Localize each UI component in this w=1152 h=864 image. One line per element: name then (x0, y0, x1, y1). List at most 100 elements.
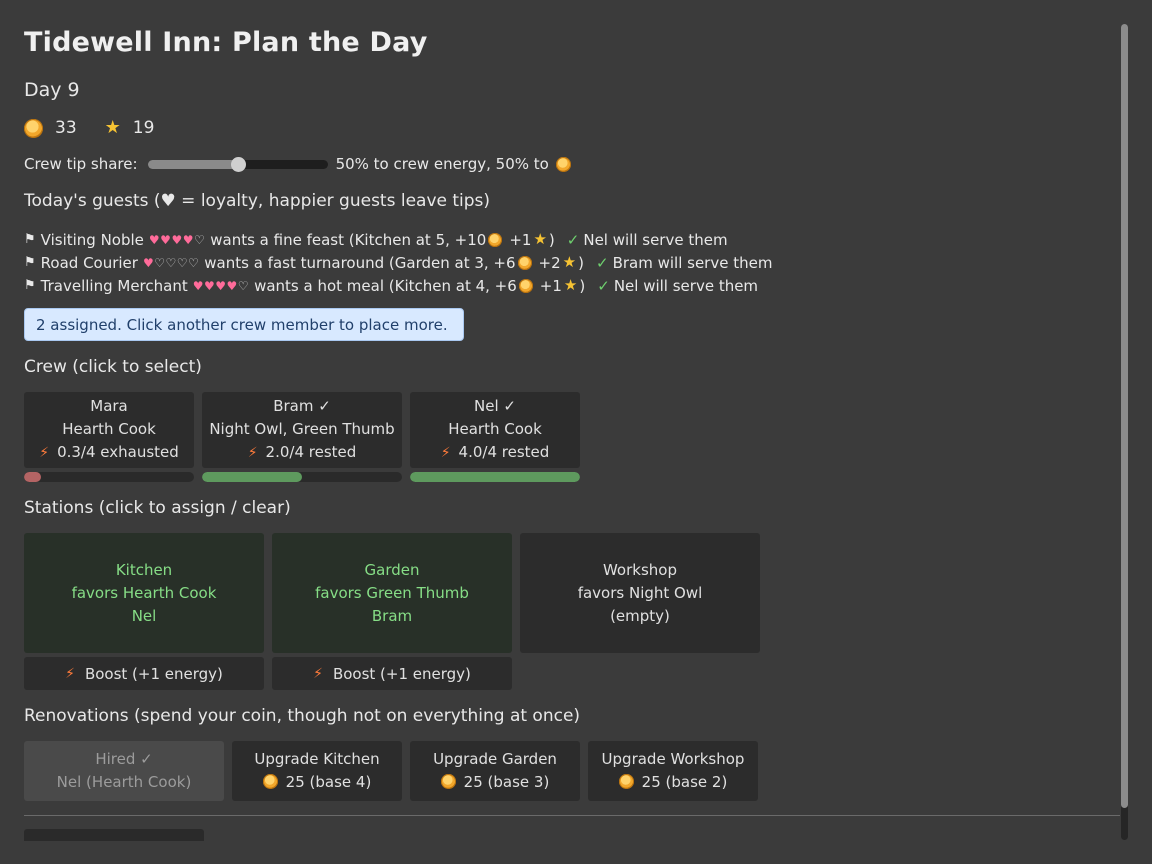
station-assigned: Bram (371, 606, 413, 625)
guest-row: ⚑ Visiting Noble ♥♥♥♥♡ wants a fine feas… (24, 230, 728, 249)
boost-label: Boost (+1 energy) (332, 664, 471, 683)
star-count: 19 (132, 118, 155, 138)
check-icon: ✓ (597, 276, 610, 295)
star-gain: +1 (539, 276, 562, 295)
station-garden-slot[interactable]: Garden favors Green Thumb Bram (272, 533, 512, 653)
heart-full-icon: ♥ (160, 232, 172, 247)
coin-icon (488, 232, 503, 247)
reno-cost: 25 (base 3) (463, 773, 550, 791)
crew-card-mara[interactable]: Mara Hearth Cook ⚡ 0.3/4 exhausted (24, 392, 194, 482)
station-workshop-slot[interactable]: Workshop favors Night Owl (empty) (520, 533, 760, 653)
coin-count: 33 (55, 118, 77, 138)
coin-icon (262, 774, 278, 789)
day-label: Day 9 (24, 79, 80, 101)
crew-energy: 2.0/4 rested (265, 443, 357, 461)
reno-title: Upgrade Workshop (601, 750, 745, 768)
tip-share-slider[interactable] (147, 156, 328, 172)
stations-header: Stations (click to assign / clear) (24, 498, 291, 518)
crew-card-body[interactable]: Nel ✓ Hearth Cook ⚡ 4.0/4 rested (410, 392, 580, 468)
station-garden: Garden favors Green Thumb Bram ⚡ Boost (… (272, 533, 512, 690)
loyalty-hearts: ♥♥♥♥♡ (193, 279, 249, 293)
star-icon: ★ (533, 230, 547, 248)
crew-card-nel[interactable]: Nel ✓ Hearth Cook ⚡ 4.0/4 rested (410, 392, 580, 482)
station-name: Garden (364, 560, 420, 579)
guest-list: ⚑ Visiting Noble ♥♥♥♥♡ wants a fine feas… (24, 228, 772, 297)
upgrade-workshop-button[interactable]: Upgrade Workshop 25 (base 2) (588, 741, 758, 801)
crew-card-body[interactable]: Bram ✓ Night Owl, Green Thumb ⚡ 2.0/4 res… (202, 392, 402, 468)
loyalty-hearts: ♥♡♡♡♡ (143, 256, 199, 270)
guest-name: Road Courier (40, 253, 138, 272)
heart-empty-icon: ♡ (237, 278, 250, 293)
page-scrollbar[interactable] (1121, 24, 1128, 840)
coin-icon (24, 118, 43, 138)
crew-name: Bram ✓ (273, 397, 331, 415)
heart-full-icon: ♥ (148, 232, 161, 247)
reno-cost: 25 (base 4) (285, 773, 372, 791)
energy-bar-fill (410, 472, 580, 482)
boost-button[interactable]: ⚡ Boost (+1 energy) (272, 657, 512, 690)
heart-full-icon: ♥ (204, 278, 216, 293)
station-assigned: Nel (131, 606, 157, 625)
star-gain: +2 (538, 253, 561, 272)
station-name: Kitchen (115, 560, 173, 579)
section-divider (24, 815, 1120, 816)
coin-icon (440, 774, 456, 789)
energy-icon: ⚡ (313, 665, 323, 682)
loyalty-hearts: ♥♥♥♥♡ (149, 233, 205, 247)
scrollbar-thumb[interactable] (1121, 24, 1128, 808)
energy-icon: ⚡ (440, 445, 451, 461)
crew-name: Mara (90, 397, 128, 415)
station-list: Kitchen favors Hearth Cook Nel ⚡ Boost (… (24, 533, 768, 690)
heart-empty-icon: ♡ (165, 255, 177, 270)
page-title: Tidewell Inn: Plan the Day (24, 27, 428, 58)
guest-want: wants a hot meal (Kitchen at 4, +6 (254, 276, 517, 295)
station-kitchen-slot[interactable]: Kitchen favors Hearth Cook Nel (24, 533, 264, 653)
reno-title: Upgrade Garden (433, 750, 557, 768)
crew-card-body[interactable]: Mara Hearth Cook ⚡ 0.3/4 exhausted (24, 392, 194, 468)
guest-server: Bram will serve them (612, 253, 773, 272)
tip-share-text: 50% to crew energy, 50% to (335, 155, 549, 173)
upgrade-garden-button[interactable]: Upgrade Garden 25 (base 3) (410, 741, 580, 801)
heart-empty-icon: ♡ (176, 255, 189, 270)
crew-energy: 0.3/4 exhausted (57, 443, 179, 461)
reno-title: Hired ✓ (95, 750, 153, 768)
next-section-button[interactable] (24, 829, 204, 841)
guest-name: Visiting Noble (40, 230, 144, 249)
reno-title: Upgrade Kitchen (254, 750, 380, 768)
coin-icon (518, 278, 533, 293)
energy-icon: ⚡ (247, 445, 258, 461)
guest-want: wants a fine feast (Kitchen at 5, +10 (210, 230, 487, 249)
upgrade-kitchen-button[interactable]: Upgrade Kitchen 25 (base 4) (232, 741, 402, 801)
flag-icon: ⚑ (24, 255, 36, 270)
crew-traits: Hearth Cook (448, 420, 542, 438)
crew-card-bram[interactable]: Bram ✓ Night Owl, Green Thumb ⚡ 2.0/4 res… (202, 392, 402, 482)
heart-full-icon: ♥ (171, 232, 183, 247)
heart-full-icon: ♥ (192, 278, 204, 293)
crew-header: Crew (click to select) (24, 357, 202, 377)
heart-full-icon: ♥ (182, 232, 194, 247)
crew-traits: Night Owl, Green Thumb (209, 420, 395, 438)
guest-server: Nel will serve them (583, 230, 728, 249)
station-favors: favors Green Thumb (315, 583, 469, 602)
station-workshop: Workshop favors Night Owl (empty) (520, 533, 760, 690)
station-favors: favors Night Owl (577, 583, 703, 602)
boost-label: Boost (+1 energy) (84, 664, 223, 683)
assignment-notice: 2 assigned. Click another crew member to… (24, 308, 464, 341)
star-icon: ★ (563, 276, 578, 294)
renovations-header: Renovations (spend your coin, though not… (24, 706, 581, 726)
boost-button[interactable]: ⚡ Boost (+1 energy) (24, 657, 264, 690)
coin-icon (517, 255, 532, 270)
guest-row: ⚑ Travelling Merchant ♥♥♥♥♡ wants a hot … (24, 276, 759, 295)
check-icon: ✓ (595, 253, 609, 272)
heart-full-icon: ♥ (226, 278, 238, 293)
guest-want: wants a fast turnaround (Garden at 3, +6 (204, 253, 516, 272)
coin-icon (555, 156, 571, 172)
station-favors: favors Hearth Cook (71, 583, 217, 602)
tip-share-row: Crew tip share: 50% to crew energy, 50% … (24, 155, 571, 173)
star-gain: +1 (509, 230, 532, 249)
tip-share-handle[interactable] (230, 156, 246, 172)
heart-empty-icon: ♡ (154, 255, 166, 270)
check-icon: ✓ (566, 230, 580, 249)
tip-share-label: Crew tip share: (24, 155, 138, 173)
energy-bar (410, 472, 580, 482)
